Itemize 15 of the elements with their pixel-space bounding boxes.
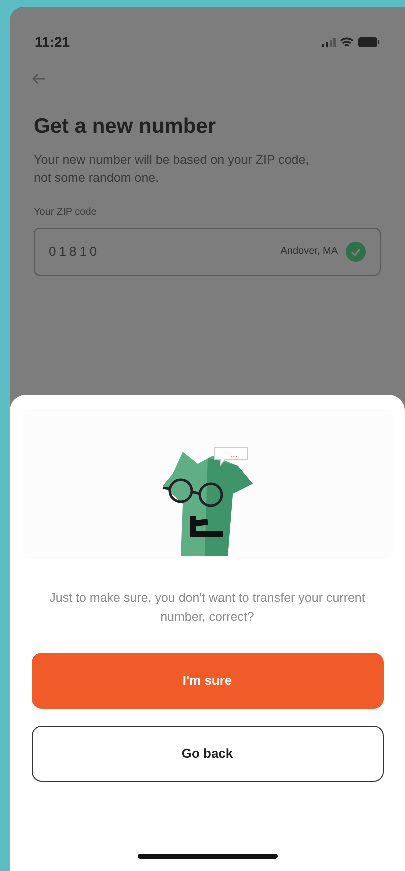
confirm-message: Just to make sure, you don't want to transfer your current number, correct? bbox=[48, 590, 366, 626]
wifi-icon bbox=[340, 36, 354, 48]
page-subtitle: Your new number will be based on your ZIP code, not some random one. bbox=[34, 152, 310, 186]
zip-field[interactable]: 01810 Andover, MA bbox=[34, 228, 381, 276]
page-title: Get a new number bbox=[34, 114, 218, 140]
zip-location: Andover, MA bbox=[280, 245, 338, 259]
battery-icon bbox=[358, 36, 380, 48]
back-arrow-icon[interactable] bbox=[32, 73, 46, 85]
confirm-button[interactable]: I'm sure bbox=[32, 653, 384, 709]
status-time: 11:21 bbox=[35, 32, 70, 52]
go-back-button[interactable]: Go back bbox=[32, 726, 384, 782]
zip-value: 01810 bbox=[49, 242, 100, 261]
zip-label: Your ZIP code bbox=[34, 206, 98, 220]
signal-icon bbox=[322, 37, 336, 47]
speech-bubble-text: ... bbox=[230, 450, 238, 460]
